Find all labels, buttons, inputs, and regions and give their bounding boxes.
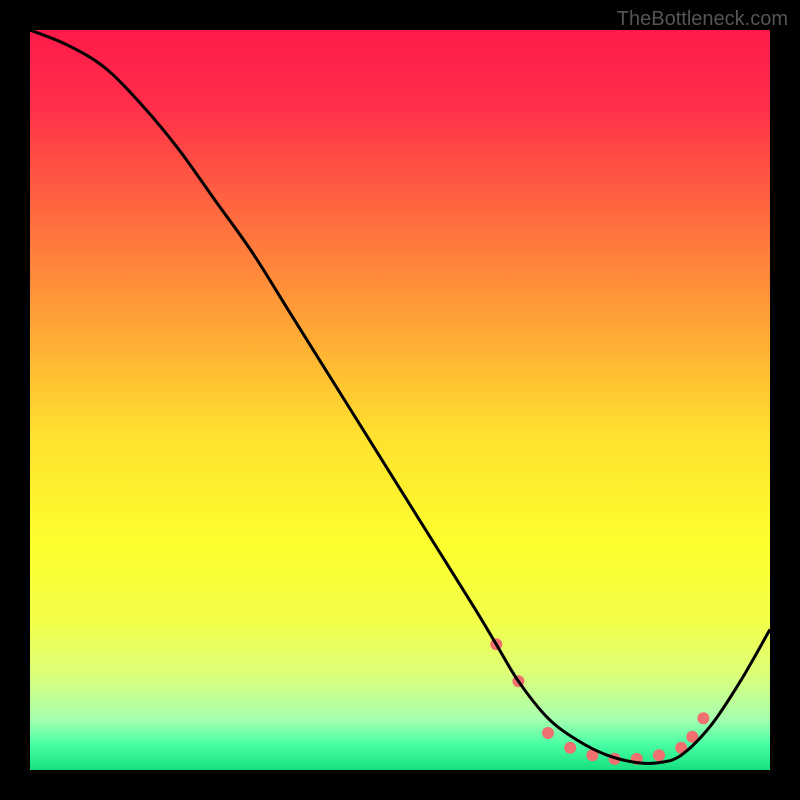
marker-dot	[653, 749, 665, 761]
bottleneck-curve	[30, 30, 770, 764]
marker-dot	[564, 742, 576, 754]
watermark-text: TheBottleneck.com	[617, 8, 788, 31]
marker-dot	[697, 712, 709, 724]
highlight-dots	[490, 638, 709, 765]
curve-layer	[30, 30, 770, 770]
plot-area	[30, 30, 770, 770]
chart-container: TheBottleneck.com	[0, 0, 800, 800]
marker-dot	[542, 727, 554, 739]
